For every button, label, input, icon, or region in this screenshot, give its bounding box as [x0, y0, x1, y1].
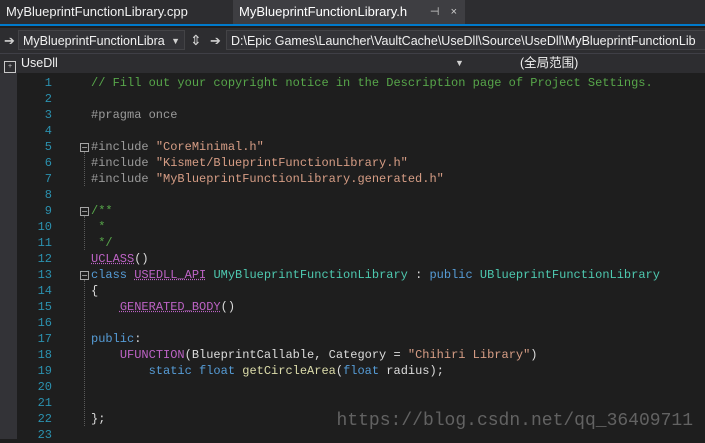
- code-text: class USEDLL_API UMyBlueprintFunctionLib…: [91, 268, 660, 282]
- chevron-down-icon: ▼: [455, 58, 464, 68]
- line-number: 18: [37, 348, 52, 362]
- code-line[interactable]: 10 *: [0, 219, 705, 235]
- line-number: 3: [44, 108, 52, 122]
- line-number: 23: [37, 428, 52, 442]
- tab-label: MyBlueprintFunctionLibrary.cpp: [6, 4, 188, 19]
- path-selector-value: D:\Epic Games\Launcher\VaultCache\UseDll…: [231, 34, 696, 48]
- collapse-icon[interactable]: −: [80, 143, 89, 152]
- line-number: 22: [37, 412, 52, 426]
- code-line[interactable]: 11 */: [0, 235, 705, 251]
- line-number: 12: [37, 252, 52, 266]
- code-text: GENERATED_BODY(): [119, 300, 236, 314]
- code-text: // Fill out your copyright notice in the…: [91, 76, 653, 90]
- project-icon: +: [4, 61, 16, 73]
- line-number: 16: [37, 316, 52, 330]
- code-text: #include "Kismet/BlueprintFunctionLibrar…: [91, 156, 408, 170]
- line-number: 11: [37, 236, 52, 250]
- code-text: UCLASS(): [91, 252, 149, 266]
- line-number: 19: [37, 364, 52, 378]
- scope-label: (全局范围): [520, 56, 579, 70]
- tab-cpp-file[interactable]: MyBlueprintFunctionLibrary.cpp: [0, 0, 236, 24]
- code-line[interactable]: 14 {: [0, 283, 705, 299]
- code-text: static float getCircleArea(float radius)…: [148, 364, 444, 378]
- code-line[interactable]: 8: [0, 187, 705, 203]
- code-line[interactable]: 21: [0, 395, 705, 411]
- line-number: 10: [37, 220, 52, 234]
- outline-guide: [84, 280, 86, 426]
- code-text: #include "MyBlueprintFunctionLibrary.gen…: [91, 172, 444, 186]
- line-number: 9: [44, 204, 52, 218]
- file-selector-value: MyBlueprintFunctionLibra: [23, 34, 165, 48]
- code-line[interactable]: 3 #pragma once: [0, 107, 705, 123]
- line-number: 13: [37, 268, 52, 282]
- code-line[interactable]: 2: [0, 91, 705, 107]
- code-text: #pragma once: [91, 108, 178, 122]
- navigation-bar: + UseDll ▼ (全局范围): [0, 53, 705, 73]
- tab-header-file[interactable]: MyBlueprintFunctionLibrary.h ⊣ ×: [233, 0, 465, 24]
- watermark: https://blog.csdn.net/qq_36409711: [336, 411, 693, 431]
- code-text: public:: [91, 332, 142, 346]
- line-number: 21: [37, 396, 52, 410]
- code-line[interactable]: 5 − #include "CoreMinimal.h": [0, 139, 705, 155]
- code-editor[interactable]: 1 // Fill out your copyright notice in th…: [0, 73, 705, 442]
- editor-toolbar: ➔ MyBlueprintFunctionLibra ▼ ⇕ ➔ D:\Epic…: [0, 28, 705, 53]
- collapse-icon[interactable]: −: [80, 271, 89, 280]
- file-selector[interactable]: MyBlueprintFunctionLibra ▼: [18, 30, 185, 50]
- chevron-down-icon: ▼: [171, 36, 180, 46]
- scope-dropdown[interactable]: (全局范围): [520, 54, 705, 73]
- line-number: 8: [44, 188, 52, 202]
- arrow-right-icon[interactable]: ➔: [210, 28, 221, 53]
- line-number: 2: [44, 92, 52, 106]
- code-line[interactable]: 12 UCLASS(): [0, 251, 705, 267]
- line-number: 5: [44, 140, 52, 154]
- code-line[interactable]: 20: [0, 379, 705, 395]
- outline-guide: [84, 152, 86, 186]
- code-line[interactable]: 18 UFUNCTION(BlueprintCallable, Category…: [0, 347, 705, 363]
- code-text: *: [91, 220, 106, 234]
- line-number: 14: [37, 284, 52, 298]
- line-number: 20: [37, 380, 52, 394]
- code-line[interactable]: 4: [0, 123, 705, 139]
- tab-label: MyBlueprintFunctionLibrary.h: [239, 4, 408, 19]
- code-line[interactable]: 16: [0, 315, 705, 331]
- code-line[interactable]: 15 GENERATED_BODY(): [0, 299, 705, 315]
- sync-icon[interactable]: ⇕: [190, 28, 202, 53]
- tab-bar: MyBlueprintFunctionLibrary.cpp MyBluepri…: [0, 0, 705, 26]
- line-number: 7: [44, 172, 52, 186]
- pin-icon[interactable]: ⊣: [430, 6, 440, 18]
- code-text: UFUNCTION(BlueprintCallable, Category = …: [119, 348, 538, 362]
- line-number: 17: [37, 332, 52, 346]
- code-line[interactable]: 1 // Fill out your copyright notice in th…: [0, 75, 705, 91]
- code-line[interactable]: 9 −/**: [0, 203, 705, 219]
- line-number: 15: [37, 300, 52, 314]
- arrow-right-icon[interactable]: ➔: [4, 28, 15, 53]
- line-number: 1: [44, 76, 52, 90]
- line-number: 6: [44, 156, 52, 170]
- code-line[interactable]: 17 public:: [0, 331, 705, 347]
- code-text: };: [91, 412, 106, 426]
- code-line[interactable]: 13 − class USEDLL_API UMyBlueprintFunction…: [0, 267, 705, 283]
- project-name: UseDll: [21, 56, 58, 70]
- collapse-icon[interactable]: −: [80, 207, 89, 216]
- outline-guide: [84, 216, 86, 250]
- code-text: #include "CoreMinimal.h": [91, 140, 264, 154]
- code-line[interactable]: 7 #include "MyBlueprintFunctionLibrary.ge…: [0, 171, 705, 187]
- code-line[interactable]: 19 static float getCircleArea(float radi…: [0, 363, 705, 379]
- line-number: 4: [44, 124, 52, 138]
- path-selector[interactable]: D:\Epic Games\Launcher\VaultCache\UseDll…: [226, 30, 705, 50]
- code-text: */: [91, 236, 113, 250]
- code-text: {: [91, 284, 99, 298]
- close-icon[interactable]: ×: [451, 6, 457, 18]
- code-line[interactable]: 6 #include "Kismet/BlueprintFunctionLibra…: [0, 155, 705, 171]
- code-text: /**: [91, 204, 113, 218]
- project-dropdown[interactable]: + UseDll ▼: [0, 54, 470, 73]
